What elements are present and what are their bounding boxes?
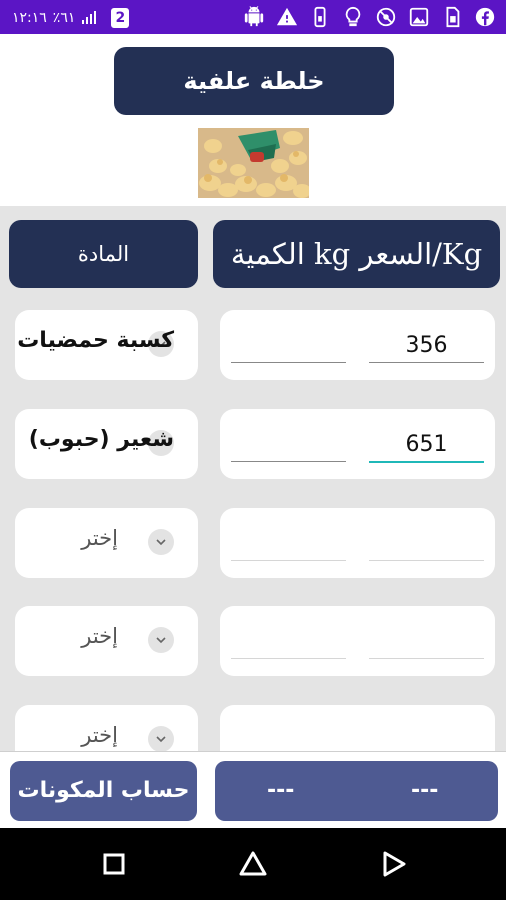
android-icon	[243, 6, 265, 28]
quantity-input[interactable]	[369, 528, 484, 560]
price-input[interactable]	[231, 429, 346, 461]
recents-icon[interactable]	[96, 846, 132, 882]
ingredients-list[interactable]: الكمية kg السعر/Kg المادة 356 كسبة حمضيا…	[0, 206, 506, 751]
home-icon[interactable]	[235, 846, 271, 882]
result-value-2: ---	[411, 778, 439, 803]
phone-icon	[309, 6, 331, 28]
row-5-material[interactable]: إختر	[15, 705, 198, 751]
price-underline	[231, 560, 346, 561]
status-battery-text: ٪٦١	[52, 10, 76, 26]
warning-icon	[276, 6, 298, 28]
chevron-down-icon[interactable]	[148, 529, 174, 555]
row-1-inputs: 356	[220, 310, 495, 380]
title-button[interactable]: خلطة علفية	[114, 47, 394, 115]
navigation-bar	[0, 828, 506, 900]
quantity-input[interactable]	[369, 626, 484, 658]
row-3-material[interactable]: إختر	[15, 508, 198, 578]
image-icon	[408, 6, 430, 28]
price-underline	[231, 362, 346, 363]
facebook-icon	[474, 6, 496, 28]
price-input[interactable]	[231, 528, 346, 560]
quantity-underline	[369, 658, 484, 659]
back-icon[interactable]	[375, 846, 411, 882]
price-input[interactable]	[231, 725, 346, 751]
quantity-input[interactable]: 356	[369, 330, 484, 362]
result-value-1: ---	[267, 778, 295, 803]
no-sync-icon	[375, 6, 397, 28]
action-bar: حساب المكونات --- ---	[0, 751, 506, 829]
row-3-inputs	[220, 508, 495, 578]
quantity-underline	[369, 560, 484, 561]
lightbulb-icon	[342, 6, 364, 28]
status-bar: ١٢:١٦ ٪٦١ 2	[0, 0, 506, 34]
sim-icon	[441, 6, 463, 28]
material-select[interactable]: شعير (حبوب)	[29, 427, 174, 452]
price-input[interactable]	[231, 626, 346, 658]
quantity-input[interactable]	[369, 725, 484, 751]
chicks-image	[198, 128, 309, 198]
chevron-down-icon[interactable]	[148, 627, 174, 653]
row-4-material[interactable]: إختر	[15, 606, 198, 676]
price-underline	[231, 461, 346, 462]
calculate-button[interactable]: حساب المكونات	[10, 761, 197, 821]
row-2-material[interactable]: شعير (حبوب)	[15, 409, 198, 479]
app-header: خلطة علفية	[0, 34, 506, 206]
signal-icon	[82, 11, 97, 24]
row-1-material[interactable]: كسبة حمضيات	[15, 310, 198, 380]
material-select[interactable]: كسبة حمضيات	[17, 328, 174, 353]
notification-badge: 2	[111, 8, 130, 28]
results-display: --- ---	[215, 761, 498, 821]
price-underline	[231, 658, 346, 659]
material-select[interactable]: إختر	[81, 624, 118, 648]
material-header: المادة	[9, 220, 198, 288]
chevron-down-icon[interactable]	[148, 726, 174, 751]
status-time: ١٢:١٦	[12, 10, 47, 26]
row-2-inputs: 651	[220, 409, 495, 479]
price-input[interactable]	[231, 330, 346, 362]
status-left: ١٢:١٦ ٪٦١ 2	[12, 8, 130, 28]
material-select[interactable]: إختر	[81, 526, 118, 550]
row-4-inputs	[220, 606, 495, 676]
status-icons	[243, 6, 496, 28]
quantity-input[interactable]: 651	[369, 429, 484, 461]
material-select[interactable]: إختر	[81, 723, 118, 747]
quantity-underline	[369, 362, 484, 363]
quantity-price-header: الكمية kg السعر/Kg	[213, 220, 500, 288]
quantity-underline	[369, 461, 484, 463]
row-5-inputs	[220, 705, 495, 751]
